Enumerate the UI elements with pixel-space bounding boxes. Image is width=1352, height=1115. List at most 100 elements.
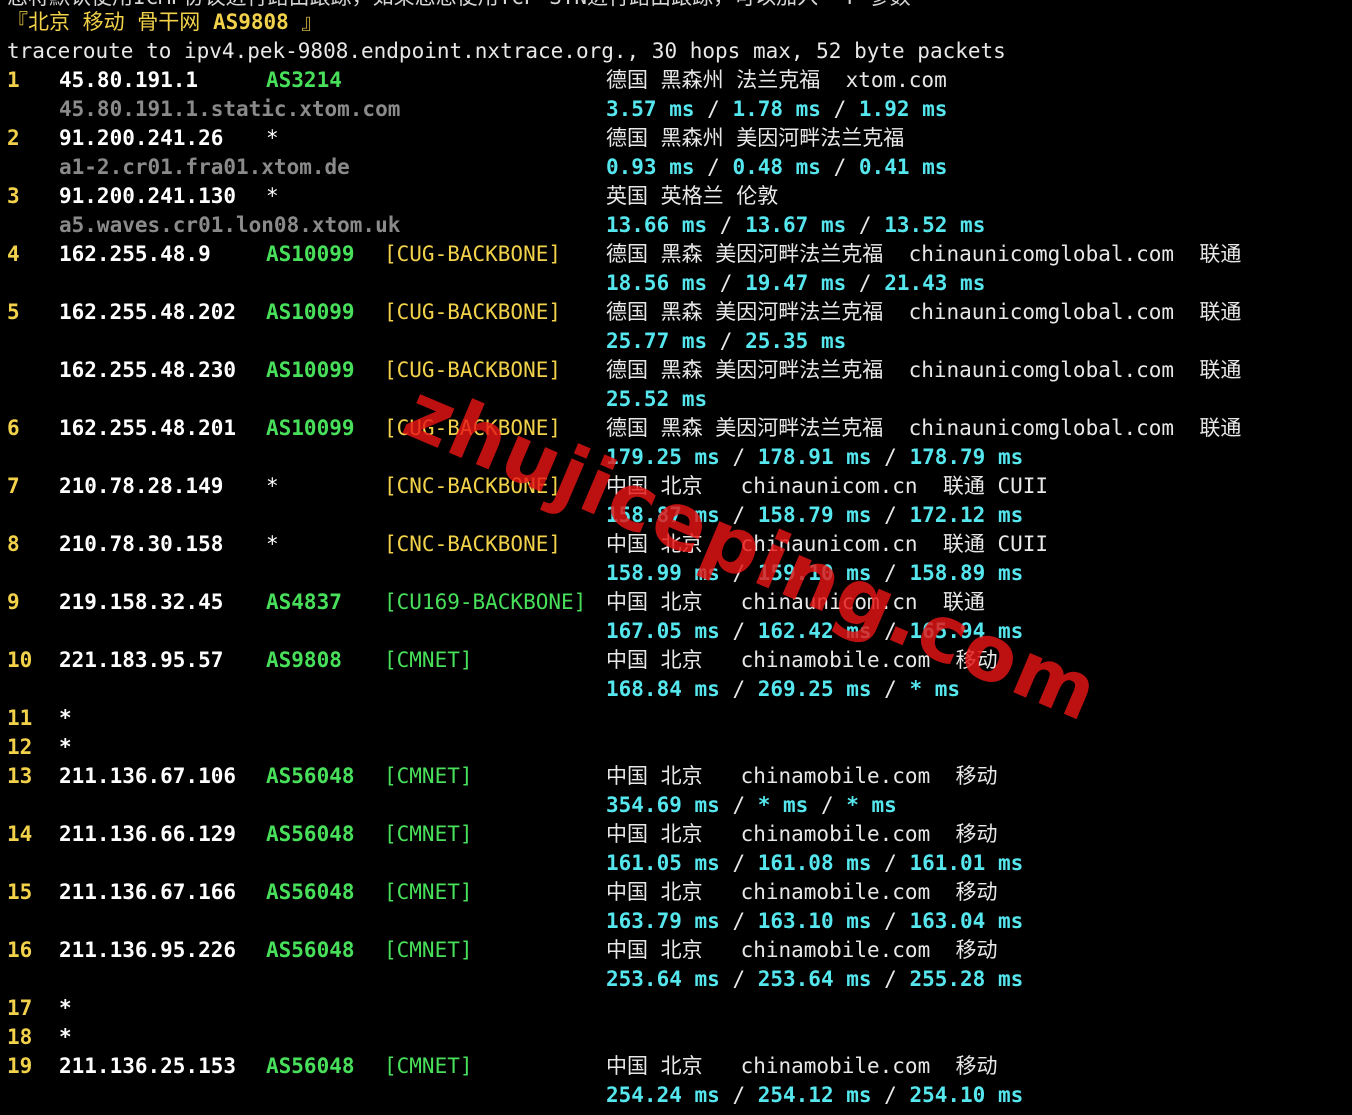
hop-ip: * xyxy=(59,1025,72,1049)
rtt-value: 253.64 ms xyxy=(606,967,720,991)
hop-row: 14 211.136.66.129 AS56048 [CMNET] 中国 北京 chin… xyxy=(0,820,1352,849)
rtt-value: 254.24 ms xyxy=(606,1083,720,1107)
rtt-value: 255.28 ms xyxy=(909,967,1024,991)
hop-ip: 211.136.67.106 xyxy=(59,764,237,788)
hop-number: 1 xyxy=(7,68,20,92)
hop-rtt: 167.05 ms / 162.42 ms / 165.94 ms xyxy=(606,617,1023,646)
hop-asn: AS10099 xyxy=(266,358,355,382)
hop-rtt: 163.79 ms / 163.10 ms / 163.04 ms xyxy=(606,907,1023,936)
hop-geo: 中国 北京 chinaunicom.cn 联通 xyxy=(606,590,985,614)
rtt-value: 161.08 ms xyxy=(757,851,872,875)
hop-rtt: 158.99 ms / 159.10 ms / 158.89 ms xyxy=(606,559,1023,588)
hop-rtt: 25.77 ms / 25.35 ms xyxy=(606,327,846,356)
hop-backbone-tag: [CMNET] xyxy=(384,938,473,962)
rtt-value: 253.64 ms xyxy=(757,967,872,991)
hop-rtt: 0.93 ms / 0.48 ms / 0.41 ms xyxy=(606,153,947,182)
rtt-value: * ms xyxy=(757,793,809,817)
hop-detail-row: 163.79 ms / 163.10 ms / 163.04 ms xyxy=(0,907,1352,936)
rtt-separator: / xyxy=(719,503,758,527)
rtt-separator: / xyxy=(719,561,758,585)
rtt-separator: / xyxy=(719,445,758,469)
rtt-value: 13.67 ms xyxy=(745,213,847,237)
rtt-separator: / xyxy=(846,213,885,237)
rtt-separator: / xyxy=(719,967,758,991)
rtt-value: 161.05 ms xyxy=(606,851,720,875)
rtt-separator: / xyxy=(871,619,910,643)
rtt-value: 254.10 ms xyxy=(909,1083,1024,1107)
hop-backbone-tag: [CUG-BACKBONE] xyxy=(384,242,562,266)
hop-number: 13 xyxy=(7,764,33,788)
rtt-separator: / xyxy=(719,851,758,875)
hop-ip: 210.78.30.158 xyxy=(59,532,224,556)
rtt-separator: / xyxy=(871,967,910,991)
hop-row: 6 162.255.48.201 AS10099 [CUG-BACKBONE] 德国 黑… xyxy=(0,414,1352,443)
rtt-value: 25.35 ms xyxy=(745,329,847,353)
hop-hostname: a1-2.cr01.fra01.xtom.de xyxy=(59,155,350,179)
hop-geo: 中国 北京 chinaunicom.cn 联通 CUII xyxy=(606,474,1049,498)
rtt-separator: / xyxy=(871,677,910,701)
hop-geo: 中国 北京 chinaunicom.cn 联通 CUII xyxy=(606,532,1049,556)
hop-rtt: 161.05 ms / 161.08 ms / 161.01 ms xyxy=(606,849,1023,878)
rtt-separator: / xyxy=(871,1083,910,1107)
hop-geo: 德国 黑森 美因河畔法兰克福 chinaunicomglobal.com 联通 xyxy=(606,416,1242,440)
hop-backbone-tag: [CUG-BACKBONE] xyxy=(384,300,562,324)
hop-row: 15 211.136.67.166 AS56048 [CMNET] 中国 北京 chin… xyxy=(0,878,1352,907)
hop-rtt: 179.25 ms / 178.91 ms / 178.79 ms xyxy=(606,443,1023,472)
hop-geo: 德国 黑森州 法兰克福 xtom.com xyxy=(606,68,947,92)
rtt-value: 163.10 ms xyxy=(757,909,872,933)
hop-asn: AS56048 xyxy=(266,822,355,846)
hop-backbone-tag: [CMNET] xyxy=(384,880,473,904)
hop-geo: 中国 北京 chinamobile.com 移动 xyxy=(606,764,998,788)
rtt-separator: / xyxy=(820,97,859,121)
hop-asn: * xyxy=(266,474,279,498)
rtt-value: 25.77 ms xyxy=(606,329,708,353)
hop-detail-row: a5.waves.cr01.lon08.xtom.uk 13.66 ms / 13… xyxy=(0,211,1352,240)
hop-geo: 中国 北京 chinamobile.com 移动 xyxy=(606,1054,998,1078)
rtt-value: 158.87 ms xyxy=(606,503,720,527)
rtt-value: 0.48 ms xyxy=(732,155,821,179)
hop-row: 162.255.48.230 AS10099 [CUG-BACKBONE] 德国 黑森… xyxy=(0,356,1352,385)
rtt-value: 18.56 ms xyxy=(606,271,708,295)
hop-ip: 221.183.95.57 xyxy=(59,648,224,672)
hop-geo: 德国 黑森州 美因河畔法兰克福 xyxy=(606,126,905,150)
hop-number: 2 xyxy=(7,126,20,150)
rtt-value: 163.04 ms xyxy=(909,909,1024,933)
terminal-window[interactable]: 您将默认使用ICMP协议进行路由跟踪，如果您想使用TCP SYN进行路由跟踪，可… xyxy=(0,0,1352,1115)
rtt-value: 158.79 ms xyxy=(757,503,872,527)
route-title: 『北京 移动 骨干网 AS9808 』 xyxy=(7,8,322,37)
hop-asn: AS10099 xyxy=(266,242,355,266)
rtt-value: * ms xyxy=(846,793,897,817)
hop-detail-row: 158.87 ms / 158.79 ms / 172.12 ms xyxy=(0,501,1352,530)
rtt-separator: / xyxy=(707,213,746,237)
rtt-value: 179.25 ms xyxy=(606,445,720,469)
rtt-value: 168.84 ms xyxy=(606,677,720,701)
rtt-value: 172.12 ms xyxy=(909,503,1024,527)
route-title-suffix: 』 xyxy=(288,10,323,34)
rtt-separator: / xyxy=(871,909,910,933)
hop-asn: AS10099 xyxy=(266,416,355,440)
rtt-separator: / xyxy=(871,561,910,585)
hop-rtt: 13.66 ms / 13.67 ms / 13.52 ms xyxy=(606,211,985,240)
route-title-prefix: 『北京 移动 骨干网 xyxy=(7,10,213,34)
hop-geo: 德国 黑森 美因河畔法兰克福 chinaunicomglobal.com 联通 xyxy=(606,358,1242,382)
rtt-separator: / xyxy=(871,851,910,875)
hop-hostname: 45.80.191.1.static.xtom.com xyxy=(59,97,401,121)
hop-asn: AS56048 xyxy=(266,938,355,962)
hop-asn: * xyxy=(266,126,279,150)
hop-geo: 英国 英格兰 伦敦 xyxy=(606,184,779,208)
hop-rtt: 3.57 ms / 1.78 ms / 1.92 ms xyxy=(606,95,947,124)
hop-ip: 219.158.32.45 xyxy=(59,590,224,614)
hop-asn: AS56048 xyxy=(266,764,355,788)
hop-row: 7 210.78.28.149 * [CNC-BACKBONE] 中国 北京 china… xyxy=(0,472,1352,501)
rtt-value: 13.66 ms xyxy=(606,213,708,237)
rtt-value: 159.10 ms xyxy=(757,561,872,585)
hop-detail-row: 179.25 ms / 178.91 ms / 178.79 ms xyxy=(0,443,1352,472)
hop-geo: 德国 黑森 美因河畔法兰克福 chinaunicomglobal.com 联通 xyxy=(606,300,1242,324)
rtt-value: 254.12 ms xyxy=(757,1083,872,1107)
hop-number: 3 xyxy=(7,184,20,208)
hop-number: 10 xyxy=(7,648,33,672)
rtt-separator: / xyxy=(871,503,910,527)
rtt-value: 178.79 ms xyxy=(909,445,1024,469)
rtt-value: 1.92 ms xyxy=(858,97,948,121)
rtt-separator: / xyxy=(719,793,758,817)
